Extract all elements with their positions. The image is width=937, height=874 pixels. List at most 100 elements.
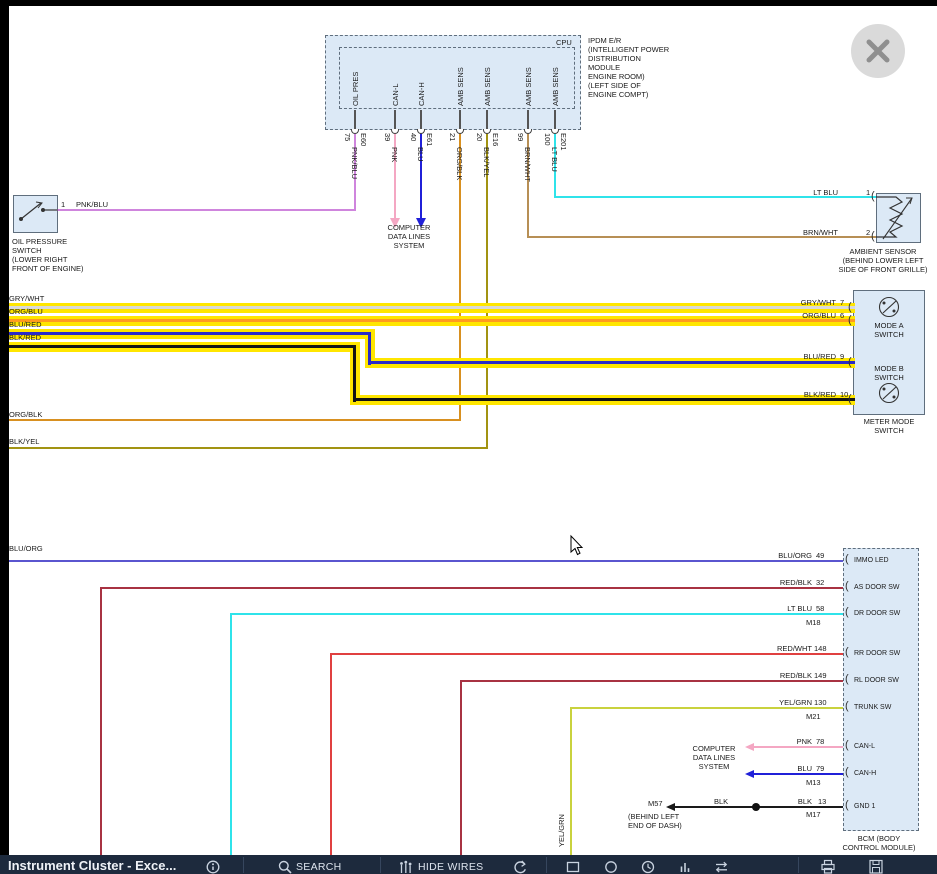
data-lines-label: COMPUTER DATA LINES SYSTEM bbox=[688, 744, 740, 771]
pin-bracket: ( bbox=[848, 315, 852, 325]
data-lines-label: COMPUTER DATA LINES SYSTEM bbox=[383, 223, 435, 250]
pin-number: 58 bbox=[816, 604, 824, 613]
wire-blkred[interactable] bbox=[353, 398, 855, 401]
wire-color-label: BLK bbox=[714, 797, 728, 806]
wire-ltblu-58[interactable] bbox=[230, 613, 232, 855]
connector-id: M13 bbox=[806, 778, 821, 787]
wire-color-label: RED/WHT bbox=[760, 644, 812, 653]
pin-stub bbox=[354, 110, 356, 130]
swap-arrows-icon[interactable] bbox=[714, 860, 729, 874]
pin-number: 13 bbox=[818, 797, 826, 806]
pin-bracket: ( bbox=[871, 191, 875, 201]
wire-color-label: LT BLU bbox=[790, 188, 838, 197]
cpu-label: CPU bbox=[556, 38, 572, 47]
pin-connector bbox=[391, 129, 399, 134]
wire-color-label: BLU bbox=[760, 764, 812, 773]
wire-color-label: ORG/BLU bbox=[788, 311, 836, 320]
pin-bracket: ( bbox=[845, 554, 849, 564]
wire-redblk-149[interactable] bbox=[460, 680, 462, 855]
pin-bracket: ( bbox=[845, 607, 849, 617]
pin-number: 1 bbox=[61, 200, 65, 209]
arrow-left-pnk bbox=[745, 743, 754, 751]
wire-yelgrn-130[interactable] bbox=[570, 707, 572, 855]
save-icon[interactable] bbox=[868, 859, 884, 874]
wire-blured[interactable] bbox=[9, 332, 371, 335]
pin-stub bbox=[486, 110, 488, 130]
pin-stub bbox=[394, 110, 396, 130]
pin-number: 79 bbox=[816, 764, 824, 773]
wire-orgblk-horizontal[interactable] bbox=[9, 419, 461, 421]
connector-id: E16 bbox=[491, 133, 500, 146]
wire-redwht-148[interactable] bbox=[330, 653, 332, 855]
wire-grywht[interactable] bbox=[9, 306, 855, 309]
search-icon[interactable] bbox=[278, 860, 292, 874]
circle-tool-icon[interactable] bbox=[604, 860, 618, 874]
mouse-cursor bbox=[570, 536, 586, 556]
history-icon[interactable] bbox=[641, 860, 655, 874]
wire-color-label: BLK/YEL bbox=[9, 437, 39, 446]
wire-color-label: GRY/WHT bbox=[9, 294, 44, 303]
wire-blu-vertical[interactable] bbox=[420, 130, 422, 218]
bcm-pin-name: CAN-L bbox=[854, 742, 875, 751]
undo-icon[interactable] bbox=[512, 859, 527, 874]
wire-color-label: RED/BLK bbox=[760, 578, 812, 587]
search-button[interactable]: SEARCH bbox=[296, 861, 342, 873]
wire-redwht-148[interactable] bbox=[330, 653, 843, 655]
pin-bracket: ( bbox=[848, 302, 852, 312]
pin-bracket: ( bbox=[845, 767, 849, 777]
wire-redblk-32[interactable] bbox=[100, 587, 843, 589]
wire-blu-79[interactable] bbox=[754, 773, 843, 775]
pin-bracket: ( bbox=[845, 800, 849, 810]
wire-color-label: BLK/RED bbox=[788, 390, 836, 399]
wire-yelgrn-130[interactable] bbox=[570, 707, 843, 709]
connector-id: M21 bbox=[806, 712, 821, 721]
wire-color-label: LT BLU bbox=[550, 147, 559, 172]
info-icon[interactable] bbox=[206, 860, 220, 874]
wire-pnk-78[interactable] bbox=[754, 746, 843, 748]
wire-blk-gnd[interactable] bbox=[675, 806, 756, 808]
wire-blkred[interactable] bbox=[353, 345, 356, 402]
ambient-sensor-label: AMBIENT SENSOR (BEHIND LOWER LEFT SIDE O… bbox=[830, 247, 936, 274]
ground-location-label: (BEHIND LEFT END OF DASH) bbox=[628, 812, 682, 830]
connector-id: E60 bbox=[359, 133, 368, 146]
pin-bracket: ( bbox=[845, 740, 849, 750]
wire-pnkblu-horizontal[interactable] bbox=[57, 209, 356, 211]
pin-bracket: ( bbox=[871, 231, 875, 241]
hide-wires-icon[interactable] bbox=[398, 860, 413, 874]
close-button[interactable] bbox=[851, 24, 905, 78]
wire-orgblu[interactable] bbox=[9, 319, 855, 322]
fit-screen-icon[interactable] bbox=[566, 860, 580, 874]
wire-color-label: ORG/BLK bbox=[9, 410, 42, 419]
pin-connector bbox=[551, 129, 559, 134]
wire-color-label: BLK/RED bbox=[9, 333, 41, 342]
wire-redblk-32[interactable] bbox=[100, 587, 102, 855]
ipdm-pin-label: AMB SENS bbox=[524, 67, 533, 106]
pin-number: 99 bbox=[516, 133, 525, 141]
pin-number: 9 bbox=[840, 352, 844, 361]
pin-number: 21 bbox=[448, 133, 457, 141]
chart-bars-icon[interactable] bbox=[678, 860, 692, 874]
print-icon[interactable] bbox=[820, 859, 836, 874]
wire-color-label: BLU/ORG bbox=[760, 551, 812, 560]
wire-pnk-vertical[interactable] bbox=[394, 130, 396, 218]
wire-blured[interactable] bbox=[368, 361, 855, 364]
pin-stub bbox=[420, 110, 422, 130]
junction-dot bbox=[752, 803, 760, 811]
hide-wires-button[interactable]: HIDE WIRES bbox=[418, 861, 483, 873]
diagram-viewer: ( ( ( ( ( ( ( ( ( ( ( ( ( ( ( CPU IPDM E… bbox=[0, 0, 937, 874]
bcm-pin-name: RL DOOR SW bbox=[854, 676, 899, 685]
wire-color-label: BRN/WHT bbox=[523, 147, 532, 182]
top-frame-bar bbox=[0, 0, 937, 6]
wire-blkyel-horizontal[interactable] bbox=[9, 447, 488, 449]
pin-bracket: ( bbox=[848, 357, 852, 367]
wire-blk-gnd[interactable] bbox=[754, 806, 843, 808]
wire-blkred[interactable] bbox=[9, 345, 356, 348]
wire-color-label: BLK bbox=[760, 797, 812, 806]
wire-bluorg[interactable] bbox=[9, 560, 843, 562]
diagram-title[interactable]: Instrument Cluster - Exce... bbox=[8, 858, 176, 873]
bcm-pin-name: DR DOOR SW bbox=[854, 609, 900, 618]
oil-switch-label: OIL PRESSURE SWITCH (LOWER RIGHT FRONT O… bbox=[12, 237, 84, 273]
wire-ltblu-58[interactable] bbox=[230, 613, 843, 615]
pin-number: 130 bbox=[814, 698, 827, 707]
wire-redblk-149[interactable] bbox=[460, 680, 843, 682]
